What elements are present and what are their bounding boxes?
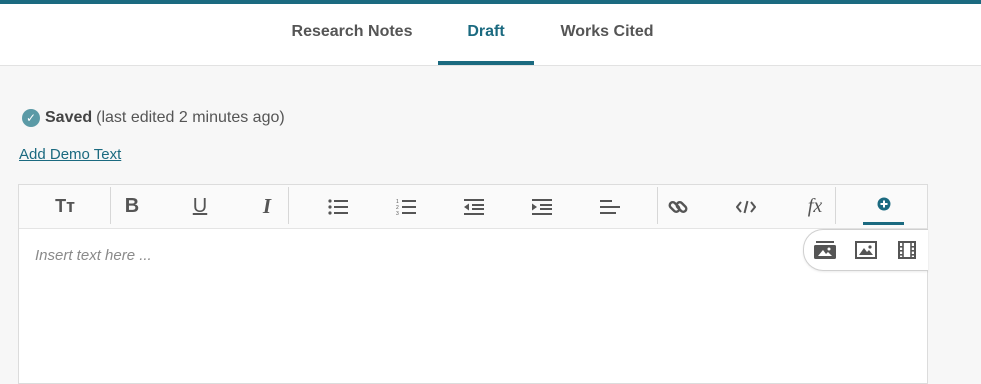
image-icon [855, 241, 877, 259]
underline-button[interactable]: U [183, 185, 217, 228]
tab-bar: Research Notes Draft Works Cited [0, 4, 981, 66]
toolbar-divider [288, 187, 289, 224]
tab-research-notes[interactable]: Research Notes [285, 4, 419, 65]
tab-draft[interactable]: Draft [438, 4, 534, 65]
tab-works-cited[interactable]: Works Cited [553, 4, 661, 65]
film-icon [898, 241, 916, 259]
bulleted-list-button[interactable] [321, 185, 355, 228]
saved-label: Saved [45, 109, 93, 126]
function-icon: fx [807, 195, 823, 217]
indent-button[interactable] [525, 185, 559, 228]
plus-circle-icon [877, 197, 890, 210]
code-button[interactable] [729, 185, 763, 228]
toolbar-divider [657, 187, 658, 224]
insert-media-menu [803, 229, 928, 271]
numbered-list-icon: 1 2 3 [396, 199, 416, 216]
svg-text:3: 3 [396, 211, 399, 216]
media-gallery-button[interactable] [812, 238, 838, 262]
text-size-button[interactable]: Tт [37, 185, 93, 228]
toolbar-divider [110, 187, 111, 224]
media-gallery-icon [814, 241, 836, 259]
editor-placeholder[interactable]: Insert text here ... [35, 247, 152, 264]
link-button[interactable] [661, 185, 695, 228]
bulleted-list-icon [328, 198, 348, 215]
rich-text-editor: Tт B U I 1 2 3 fx Insert text here ... [18, 184, 928, 384]
numbered-list-button[interactable]: 1 2 3 [389, 185, 423, 228]
align-left-button[interactable] [593, 185, 627, 228]
indent-icon [532, 198, 552, 215]
italic-icon: I [262, 194, 272, 218]
last-edited-text: (last edited 2 minutes ago) [96, 109, 285, 126]
underline-icon: U [192, 195, 208, 217]
bold-button[interactable]: B [115, 185, 149, 228]
bold-icon: B [124, 195, 140, 217]
insert-media-button[interactable] [863, 185, 904, 225]
link-icon [668, 200, 688, 213]
toolbar-divider [835, 187, 836, 224]
check-circle-icon: ✓ [22, 109, 40, 127]
insert-image-button[interactable] [853, 238, 879, 262]
code-icon [736, 200, 756, 213]
outdent-button[interactable] [457, 185, 491, 228]
align-left-icon [600, 199, 620, 214]
editor-toolbar: Tт B U I 1 2 3 fx [19, 185, 927, 229]
insert-video-button[interactable] [894, 238, 920, 262]
italic-button[interactable]: I [250, 185, 284, 228]
save-status: ✓ Saved (last edited 2 minutes ago) [22, 109, 285, 127]
outdent-icon [464, 198, 484, 215]
add-demo-text-link[interactable]: Add Demo Text [19, 146, 121, 163]
text-size-icon: Tт [55, 196, 75, 216]
formula-button[interactable]: fx [797, 185, 833, 228]
